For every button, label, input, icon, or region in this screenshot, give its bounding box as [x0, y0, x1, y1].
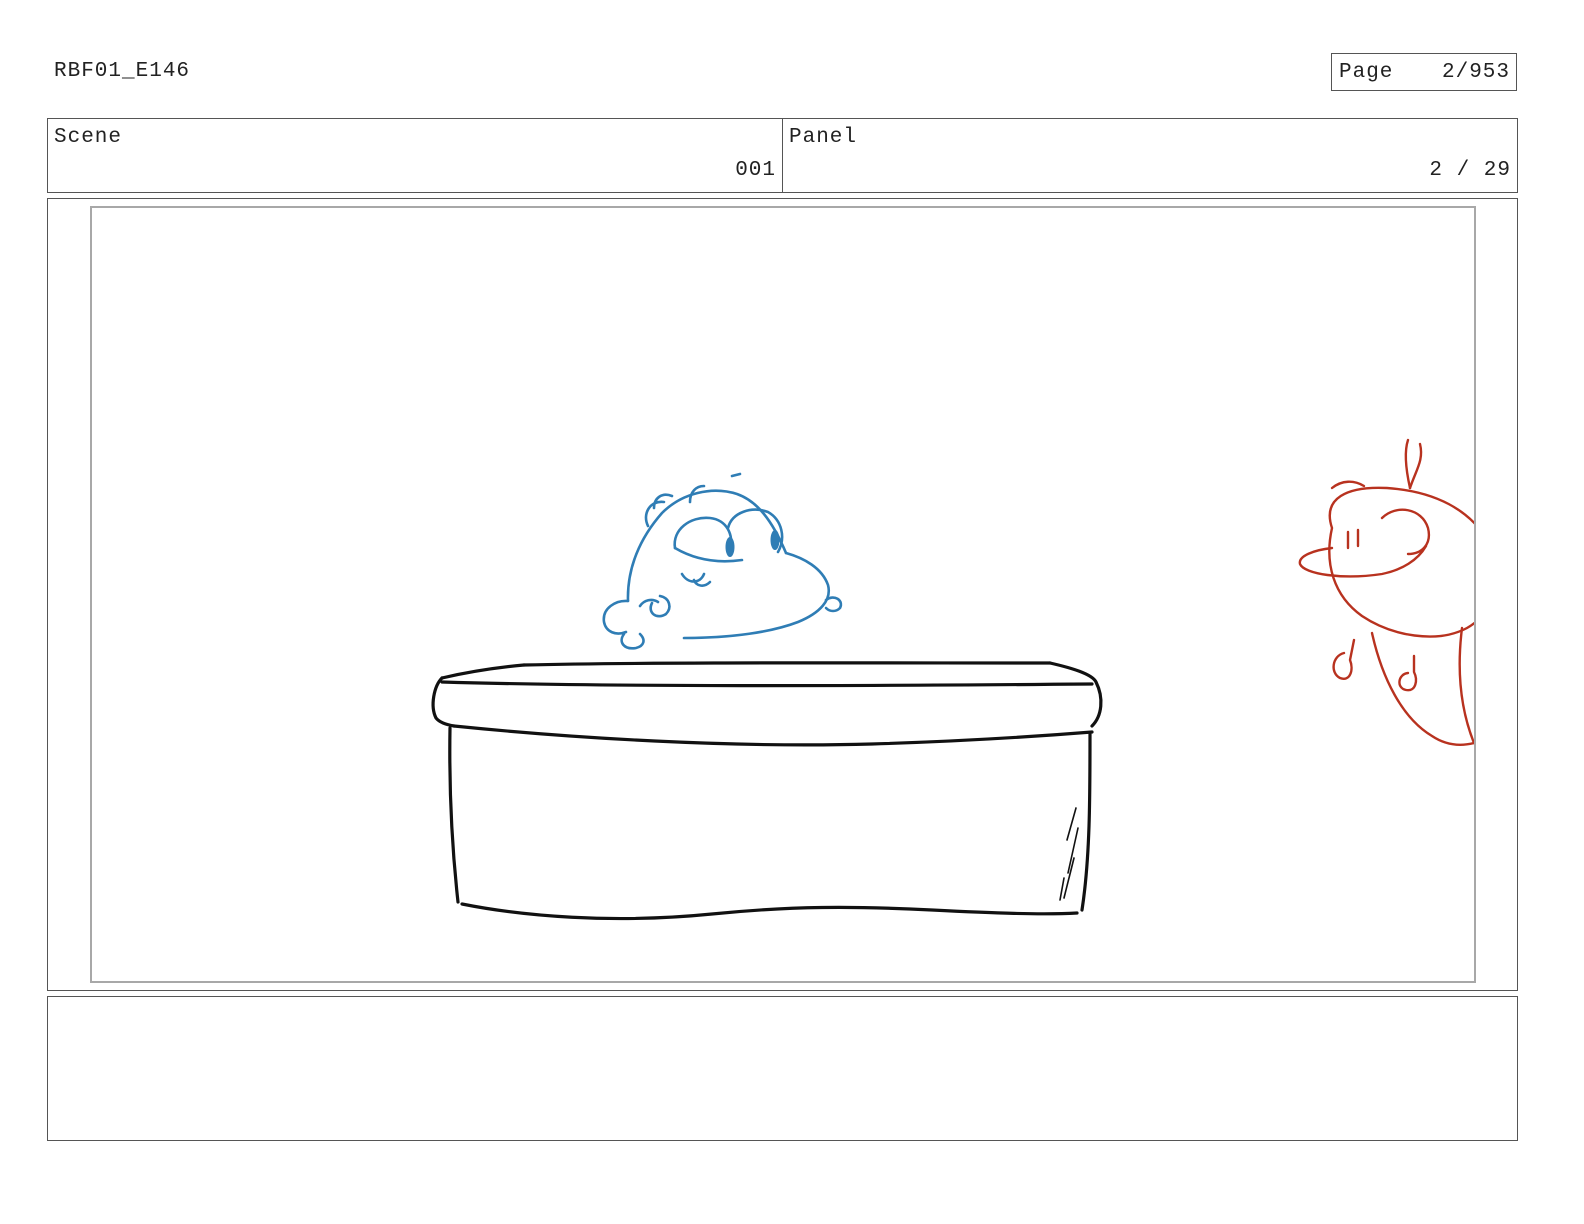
panel-sketch: [431, 438, 1474, 921]
notes-box: [47, 996, 1518, 1141]
counter-shading-marks: [1059, 807, 1079, 901]
blue-character-pupils: [725, 530, 780, 557]
page-indicator: Page 2/953: [1331, 53, 1517, 91]
panel-cell: Panel 2 / 29: [782, 119, 1517, 192]
counter-box-sketch: [431, 661, 1103, 921]
scene-number: 001: [735, 159, 776, 182]
scene-cell: Scene 001: [48, 119, 782, 192]
panel-number: 2 / 29: [1429, 159, 1511, 182]
panel-label: Panel: [789, 126, 858, 149]
page-number: 2/953: [1441, 61, 1510, 84]
blue-character-sketch: [602, 472, 843, 650]
storyboard-panel-image: [90, 206, 1476, 983]
document-id: RBF01_E146: [54, 60, 191, 83]
scene-label: Scene: [54, 126, 123, 149]
page-label: Page: [1339, 61, 1394, 84]
scene-panel-table: Scene 001 Panel 2 / 29: [47, 118, 1518, 193]
red-character-sketch: [1298, 438, 1474, 746]
